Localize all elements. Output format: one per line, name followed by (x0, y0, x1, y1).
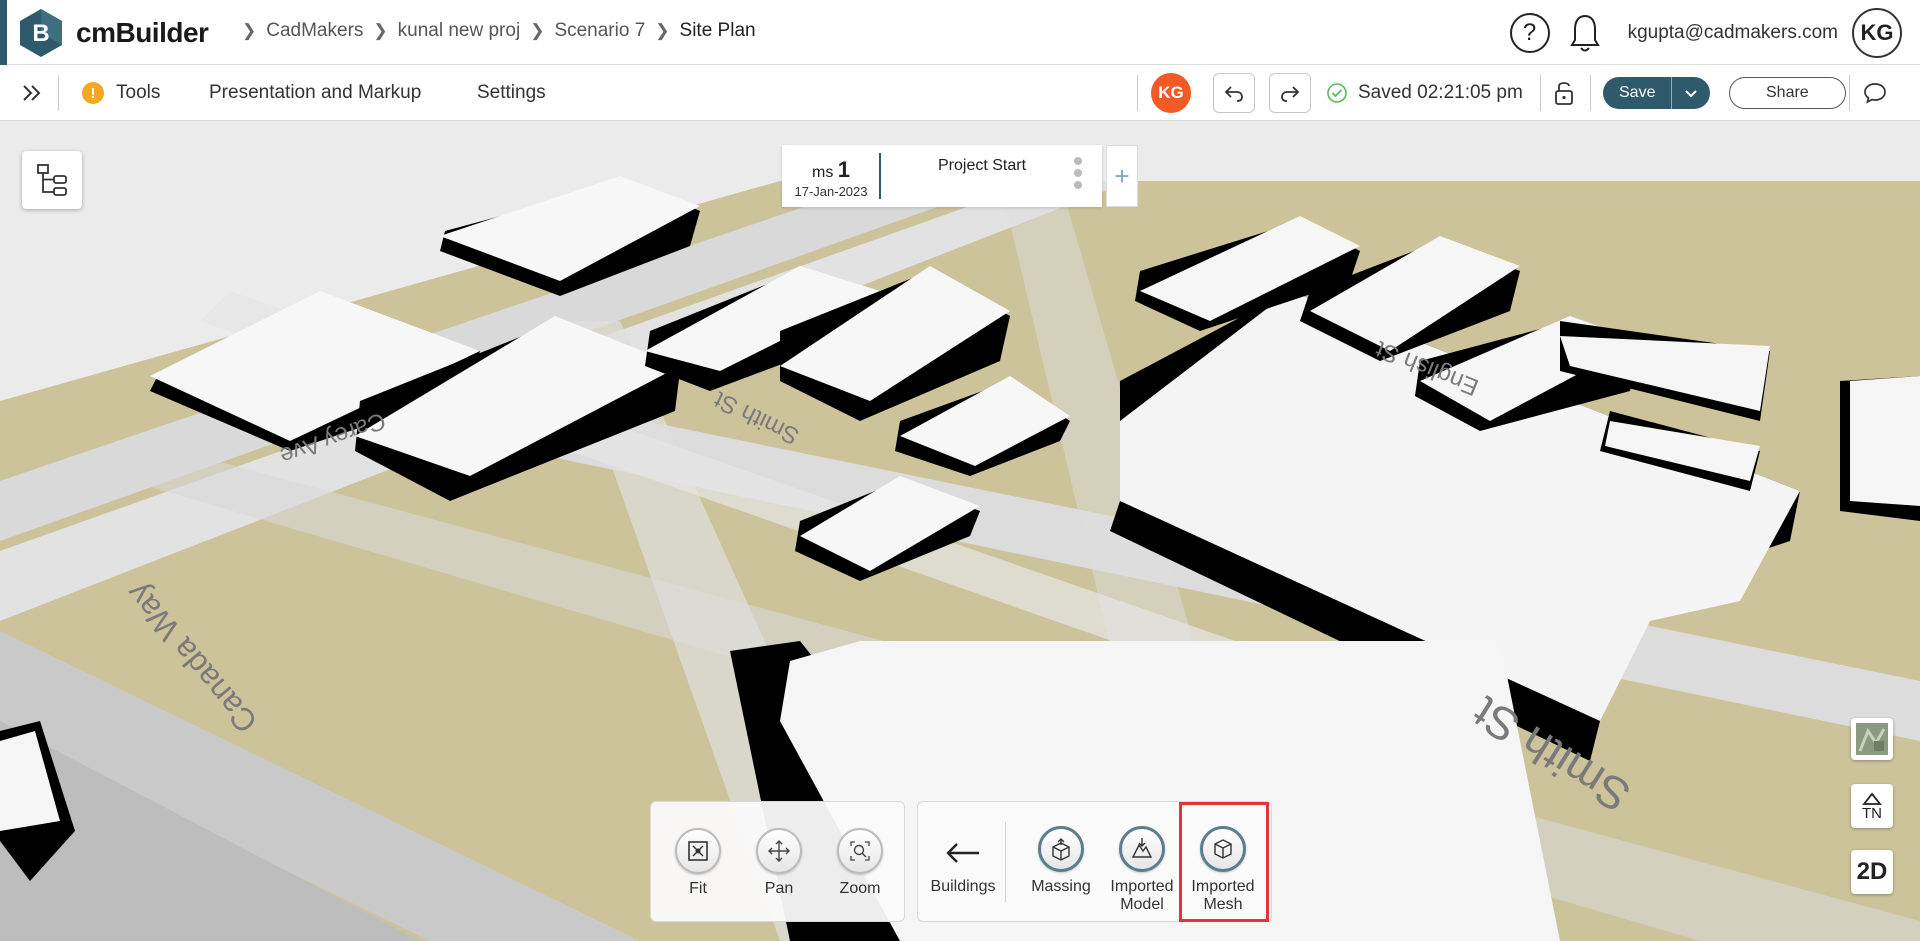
back-to-buildings-button[interactable]: Buildings (928, 838, 998, 896)
breadcrumb-chevron-icon: ❯ (655, 21, 670, 40)
user-email[interactable]: kgupta@cadmakers.com (1628, 22, 1838, 44)
milestone-number: 1 (837, 157, 851, 182)
pan-tool-label: Pan (764, 880, 794, 897)
presentation-menu[interactable]: Presentation and Markup (209, 65, 421, 121)
breadcrumb-chevron-icon: ❯ (373, 21, 388, 40)
layer-tree-button[interactable] (22, 151, 82, 209)
redo-icon (1281, 86, 1300, 102)
milestone-date: 17-Jan-2023 (794, 184, 868, 199)
hierarchy-tree-icon (37, 164, 67, 196)
warning-icon: ! (82, 82, 104, 104)
fit-tool-label: Fit (689, 880, 707, 897)
milestone-more-icon[interactable] (1074, 157, 1082, 193)
breadcrumb-item-project[interactable]: kunal new proj (398, 20, 521, 42)
lock-icon[interactable] (1544, 65, 1584, 121)
divider (1849, 75, 1850, 111)
tools-menu-label: Tools (116, 82, 161, 103)
massing-layer[interactable]: Massing (1026, 826, 1096, 896)
divider (1005, 822, 1006, 902)
massing-label: Massing (1031, 878, 1091, 895)
top-header: B cmBuilder ❯ CadMakers ❯ kunal new proj… (0, 0, 1920, 65)
back-arrow-icon (928, 838, 998, 870)
saved-status-text: Saved 02:21:05 pm (1358, 82, 1523, 103)
undo-button[interactable] (1213, 73, 1255, 113)
fit-icon (675, 828, 721, 874)
divider (1137, 75, 1138, 111)
divider (58, 75, 59, 111)
view-mode-2d-button[interactable]: 2D (1851, 850, 1893, 894)
breadcrumb-chevron-icon: ❯ (530, 21, 545, 40)
fit-tool[interactable]: Fit (663, 828, 733, 898)
share-button[interactable]: Share (1729, 77, 1846, 109)
comment-icon[interactable] (1861, 65, 1889, 121)
app-name: cmBuilder (76, 17, 209, 48)
breadcrumb-item-current: Site Plan (679, 20, 756, 41)
redo-button[interactable] (1269, 73, 1311, 113)
collaborator-avatar[interactable]: KG (1151, 73, 1191, 113)
tools-menu[interactable]: ! Tools (82, 65, 160, 121)
help-icon[interactable]: ? (1509, 12, 1550, 53)
true-north-button[interactable]: TN (1851, 784, 1893, 828)
zoom-tool[interactable]: Zoom (825, 828, 895, 898)
secondary-toolbar: ! Tools Presentation and Markup Settings… (0, 65, 1920, 121)
add-milestone-button[interactable]: + (1106, 145, 1138, 207)
true-north-label: TN (1862, 804, 1882, 822)
undo-icon (1224, 86, 1243, 102)
divider (1540, 75, 1541, 111)
user-avatar[interactable]: KG (1852, 7, 1902, 58)
milestone-title: Project Start (937, 157, 1027, 174)
back-button-label: Buildings (930, 878, 996, 895)
view-tools-panel: Fit Pan Zoom (650, 801, 905, 922)
imported-model-icon (1119, 826, 1165, 872)
imported-mesh-highlight (1179, 802, 1269, 922)
zoom-icon (837, 828, 883, 874)
brand-stripe (0, 0, 7, 65)
divider (1590, 75, 1591, 111)
expand-sidebar-icon[interactable] (20, 65, 44, 121)
basemap-toggle-button[interactable] (1851, 718, 1893, 760)
milestone-id: ms 1 17-Jan-2023 (782, 145, 880, 207)
breadcrumb-item-company[interactable]: CadMakers (266, 20, 363, 42)
svg-text:B: B (32, 20, 49, 47)
pan-tool[interactable]: Pan (744, 828, 814, 898)
check-circle-icon (1327, 83, 1347, 103)
imported-model-layer[interactable]: Imported Model (1107, 826, 1177, 914)
save-button[interactable]: Save (1603, 77, 1671, 109)
breadcrumb-item-scenario[interactable]: Scenario 7 (554, 20, 645, 42)
save-button-group: Save (1603, 77, 1711, 109)
cmbuilder-logo-icon: B (20, 9, 62, 57)
settings-menu[interactable]: Settings (477, 65, 546, 121)
imported-model-label-line1: Imported (1110, 878, 1174, 895)
pan-icon (756, 828, 802, 874)
zoom-tool-label: Zoom (839, 880, 881, 897)
save-status: Saved 02:21:05 pm (1326, 65, 1523, 121)
header-actions: ? kgupta@cadmakers.com KG (1509, 0, 1920, 65)
app-logo[interactable]: B cmBuilder (18, 8, 209, 58)
breadcrumb: ❯ CadMakers ❯ kunal new proj ❯ Scenario … (232, 20, 756, 42)
satellite-thumbnail-icon (1856, 723, 1888, 755)
milestone-divider (879, 153, 881, 199)
massing-icon (1038, 826, 1084, 872)
breadcrumb-chevron-icon: ❯ (242, 21, 257, 40)
milestone-card[interactable]: ms 1 17-Jan-2023 Project Start (782, 145, 1102, 207)
save-options-chevron-down-icon[interactable] (1671, 77, 1710, 109)
imported-model-label-line2: Model (1120, 896, 1164, 913)
north-arrow-icon (1862, 792, 1882, 805)
bell-icon[interactable] (1569, 13, 1600, 53)
milestone-prefix: ms (811, 164, 834, 181)
